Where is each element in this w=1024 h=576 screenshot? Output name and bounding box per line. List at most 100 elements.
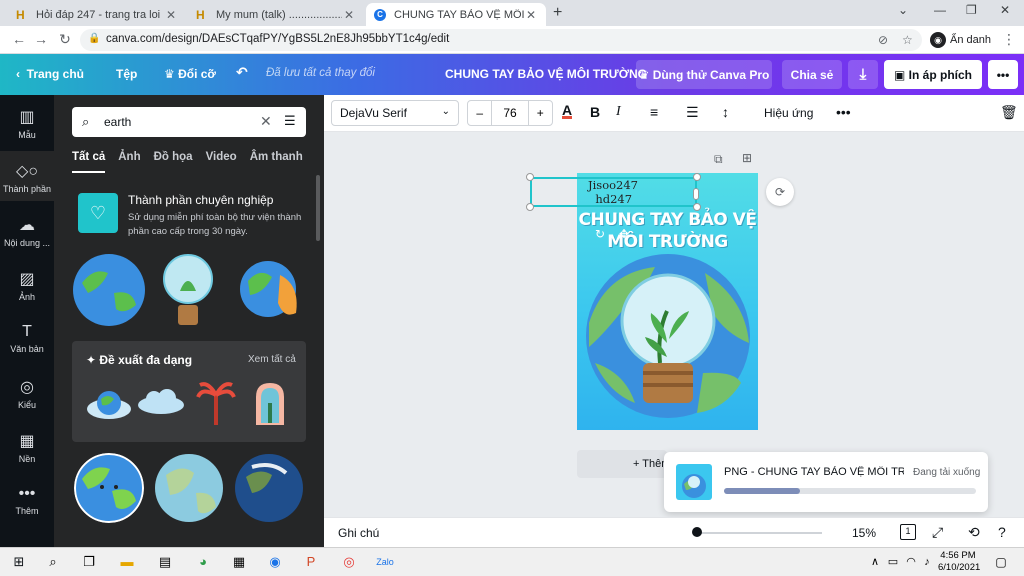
tab-search-icon[interactable]: ⌄ (898, 3, 908, 17)
volume-icon[interactable]: ♪ (918, 553, 936, 571)
new-tab-icon[interactable]: + (553, 4, 569, 22)
text-color-icon[interactable]: A (562, 103, 573, 119)
filter-icon[interactable]: ☰ (284, 113, 296, 129)
effects-button[interactable]: Hiệu ứng (764, 106, 813, 120)
earth-face-thumb[interactable] (74, 453, 144, 523)
lightbulb-earth-thumb[interactable] (160, 251, 216, 331)
search-icon[interactable]: ⌕ (44, 553, 62, 571)
panel-scrollbar[interactable] (316, 175, 320, 241)
rail-item-elements[interactable]: ◇○ Thành phần (0, 151, 54, 201)
realistic-earth-thumb[interactable] (232, 453, 306, 523)
presentation-icon[interactable]: ⟲ (968, 524, 980, 541)
resize-handle[interactable] (693, 203, 701, 211)
download-icon[interactable]: ⤓ (848, 60, 878, 89)
page-count-button[interactable]: 1 (900, 524, 916, 540)
zoom-slider-track[interactable] (696, 532, 822, 534)
rail-item-styles[interactable]: ◎ Kiểu (0, 377, 54, 410)
add-page-icon[interactable]: ⊞ (742, 151, 752, 165)
hug-earth-thumb[interactable] (234, 255, 306, 323)
more-options-icon[interactable]: ••• (988, 60, 1018, 89)
notification-icon[interactable]: ▢ (992, 553, 1010, 571)
watermark-text[interactable]: Jisoo247 hd247 (588, 178, 638, 206)
tray-chevron-icon[interactable]: ∧ (866, 553, 884, 571)
watercolor-earth-thumb[interactable] (152, 453, 226, 523)
help-icon[interactable]: ? (998, 524, 1006, 540)
watermark-text-selection[interactable]: Jisoo247 hd247 (530, 177, 697, 207)
file-explorer-icon[interactable]: ▬ (118, 553, 136, 571)
clear-search-icon[interactable]: ✕ (260, 113, 272, 130)
search-box[interactable]: ⌕ ✕ ☰ (72, 107, 306, 137)
app-icon[interactable]: ◕ (194, 553, 212, 571)
zoom-level[interactable]: 15% (852, 526, 876, 540)
eye-off-icon[interactable]: ⊘ (878, 33, 888, 47)
increase-size-icon[interactable]: + (529, 106, 552, 120)
powerpoint-icon[interactable]: P (302, 553, 320, 571)
arch-window-thumb[interactable] (252, 379, 288, 427)
browser-menu-icon[interactable]: ⋮ (1002, 31, 1016, 48)
earth-lightbulb-illustration[interactable] (585, 253, 751, 419)
close-tab-icon[interactable]: ✕ (164, 8, 178, 22)
document-title[interactable]: CHUNG TAY BẢO VỆ MÔI TRƯỜNG (445, 67, 647, 81)
minimize-icon[interactable]: — (934, 3, 946, 17)
earth-graphic-thumb[interactable] (72, 253, 146, 327)
rail-item-templates[interactable]: ▥ Mẫu (0, 107, 54, 140)
reload-icon[interactable]: ↻ (56, 31, 74, 48)
back-icon[interactable]: ← (10, 31, 28, 47)
resize-handle[interactable] (526, 173, 534, 181)
browser-tab-hoidap[interactable]: H Hỏi đáp 247 - trang tra loi ✕ (8, 3, 186, 26)
incognito-indicator[interactable]: ◉ Ẩn danh (930, 32, 991, 48)
search-input[interactable] (104, 113, 254, 131)
print-poster-button[interactable]: ▣ In áp phích (884, 60, 982, 89)
rail-item-uploads[interactable]: ☁ Nội dung ... (0, 215, 54, 248)
resize-handle[interactable] (693, 188, 699, 200)
see-all-link[interactable]: Xem tất cả (248, 354, 296, 365)
delete-icon[interactable]: 🗑 (1000, 104, 1018, 121)
align-center-icon[interactable]: ≡ (650, 104, 658, 120)
store-icon[interactable]: ▤ (156, 553, 174, 571)
earth-cloud-thumb[interactable] (84, 383, 134, 423)
forward-icon[interactable]: → (32, 31, 50, 47)
windows-start-icon[interactable]: ⊞ (10, 553, 28, 571)
comment-icon[interactable]: ⟳ (766, 178, 794, 206)
spacing-icon[interactable]: ↕ (722, 104, 729, 120)
close-window-icon[interactable]: ✕ (1000, 3, 1010, 17)
url-bar[interactable]: 🔒 canva.com/design/DAEsCTqafPY/YgBS5L2nE… (80, 29, 922, 51)
palm-tree-thumb[interactable] (196, 379, 236, 427)
try-pro-button[interactable]: ♛ Dùng thử Canva Pro (636, 60, 772, 89)
cloud-thumb[interactable] (136, 387, 186, 417)
pro-elements-promo[interactable]: ♡ Thành phần chuyên nghiệp Sử dụng miễn … (72, 191, 306, 241)
tab-photos[interactable]: Ảnh (118, 151, 140, 173)
home-button[interactable]: ‹ Trang chủ (16, 67, 84, 81)
restore-icon[interactable]: ❐ (966, 3, 977, 17)
decrease-size-icon[interactable]: – (468, 106, 491, 120)
undo-icon[interactable]: ↶ (236, 64, 248, 81)
calculator-icon[interactable]: ▦ (230, 553, 248, 571)
font-family-select[interactable]: DejaVu Serif ⌄ (331, 100, 459, 126)
bookmark-star-icon[interactable]: ☆ (902, 33, 913, 47)
task-view-icon[interactable]: ❐ (80, 553, 98, 571)
tab-all[interactable]: Tất cả (72, 151, 106, 173)
list-icon[interactable]: ☰ (686, 104, 699, 121)
resize-handle[interactable] (693, 173, 701, 181)
rotate-icon[interactable]: ↻ (595, 227, 605, 241)
notes-button[interactable]: Ghi chú (338, 526, 379, 540)
move-icon[interactable]: ✥ (619, 227, 629, 241)
browser-tab-mymum[interactable]: H My mum (talk) ........................… (188, 3, 364, 26)
bold-icon[interactable]: B (590, 104, 600, 120)
close-tab-icon[interactable]: ✕ (342, 8, 356, 22)
resize-handle[interactable] (526, 203, 534, 211)
rail-item-more[interactable]: ••• Thêm (0, 485, 54, 516)
taskbar-clock[interactable]: 4:56 PM 6/10/2021 (938, 550, 980, 574)
tab-video[interactable]: Video (206, 151, 237, 173)
duplicate-page-icon[interactable]: ⧉ (714, 152, 723, 167)
poster-design[interactable]: CHUNG TAY BẢO VỆ MÔI TRƯỜNG (577, 173, 758, 430)
fullscreen-icon[interactable]: ⤢ (932, 524, 943, 541)
file-menu[interactable]: Tệp (116, 67, 137, 81)
rail-item-photos[interactable]: ▨ Ảnh (0, 269, 54, 302)
tab-graphics[interactable]: Đồ họa (154, 151, 193, 173)
battery-icon[interactable]: ▭ (884, 553, 902, 571)
rail-item-background[interactable]: ▦ Nền (0, 431, 54, 464)
font-size-value[interactable]: 76 (491, 101, 529, 125)
toolbar-more-icon[interactable]: ••• (836, 104, 851, 120)
add-page-button[interactable]: + Thêm (577, 450, 670, 478)
